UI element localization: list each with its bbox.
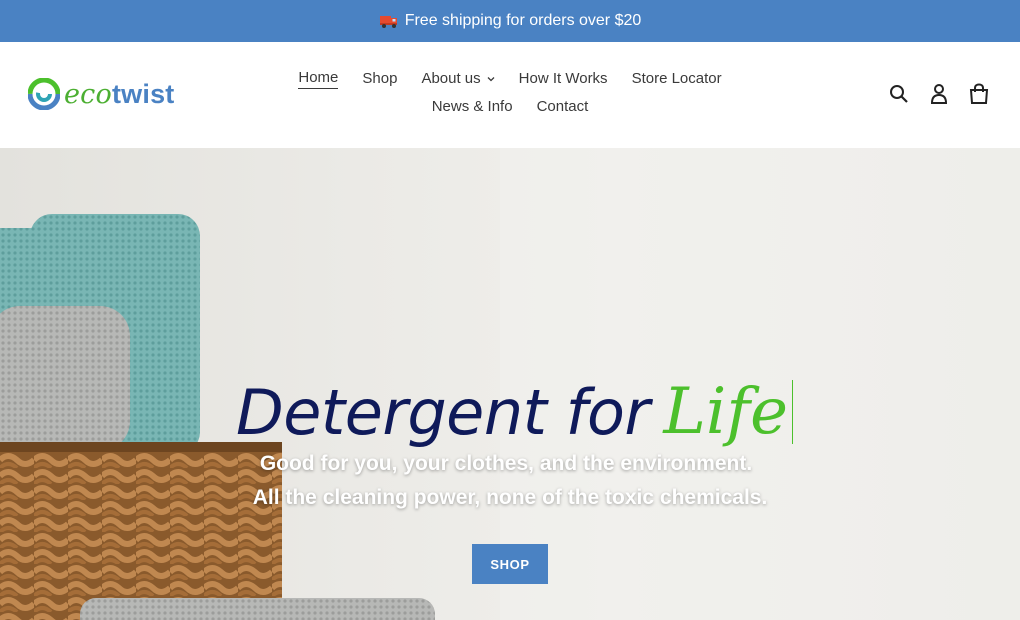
nav-home[interactable]: Home bbox=[286, 68, 350, 89]
nav-store-locator[interactable]: Store Locator bbox=[620, 68, 734, 89]
main-nav: Home Shop About us How It Works Store Lo… bbox=[270, 68, 750, 117]
site-header: eco twist Home Shop About us How It Work… bbox=[0, 42, 1020, 148]
announcement-bar: Free shipping for orders over $20 bbox=[0, 0, 1020, 42]
logo-eco-text: eco bbox=[64, 78, 112, 110]
headline-accent-text: Life bbox=[663, 380, 793, 444]
nav-news-info[interactable]: News & Info bbox=[420, 97, 525, 117]
header-icons bbox=[888, 82, 990, 106]
hero-subline-2: All the cleaning power, none of the toxi… bbox=[252, 486, 768, 509]
shop-button[interactable]: SHOP bbox=[472, 544, 548, 584]
hero-subline-1: Good for you, your clothes, and the envi… bbox=[259, 452, 753, 475]
chevron-down-icon bbox=[487, 76, 495, 81]
nav-contact[interactable]: Contact bbox=[525, 97, 601, 117]
swirl-logo-icon bbox=[28, 78, 60, 110]
search-icon[interactable] bbox=[888, 82, 910, 106]
nav-about-us[interactable]: About us bbox=[409, 68, 506, 89]
announcement-text: Free shipping for orders over $20 bbox=[404, 12, 642, 29]
hero-banner: Detergent for Life Good for you, your cl… bbox=[0, 148, 1020, 620]
cart-icon[interactable] bbox=[968, 82, 990, 106]
logo-twist-text: twist bbox=[111, 78, 175, 109]
truck-icon bbox=[379, 13, 399, 29]
nav-shop[interactable]: Shop bbox=[350, 68, 409, 89]
nav-how-it-works[interactable]: How It Works bbox=[507, 68, 620, 89]
headline-text: Detergent for bbox=[236, 376, 650, 449]
account-icon[interactable] bbox=[928, 82, 950, 106]
hero-headline: Detergent for Life bbox=[236, 348, 793, 444]
logo[interactable]: eco twist bbox=[28, 76, 174, 112]
